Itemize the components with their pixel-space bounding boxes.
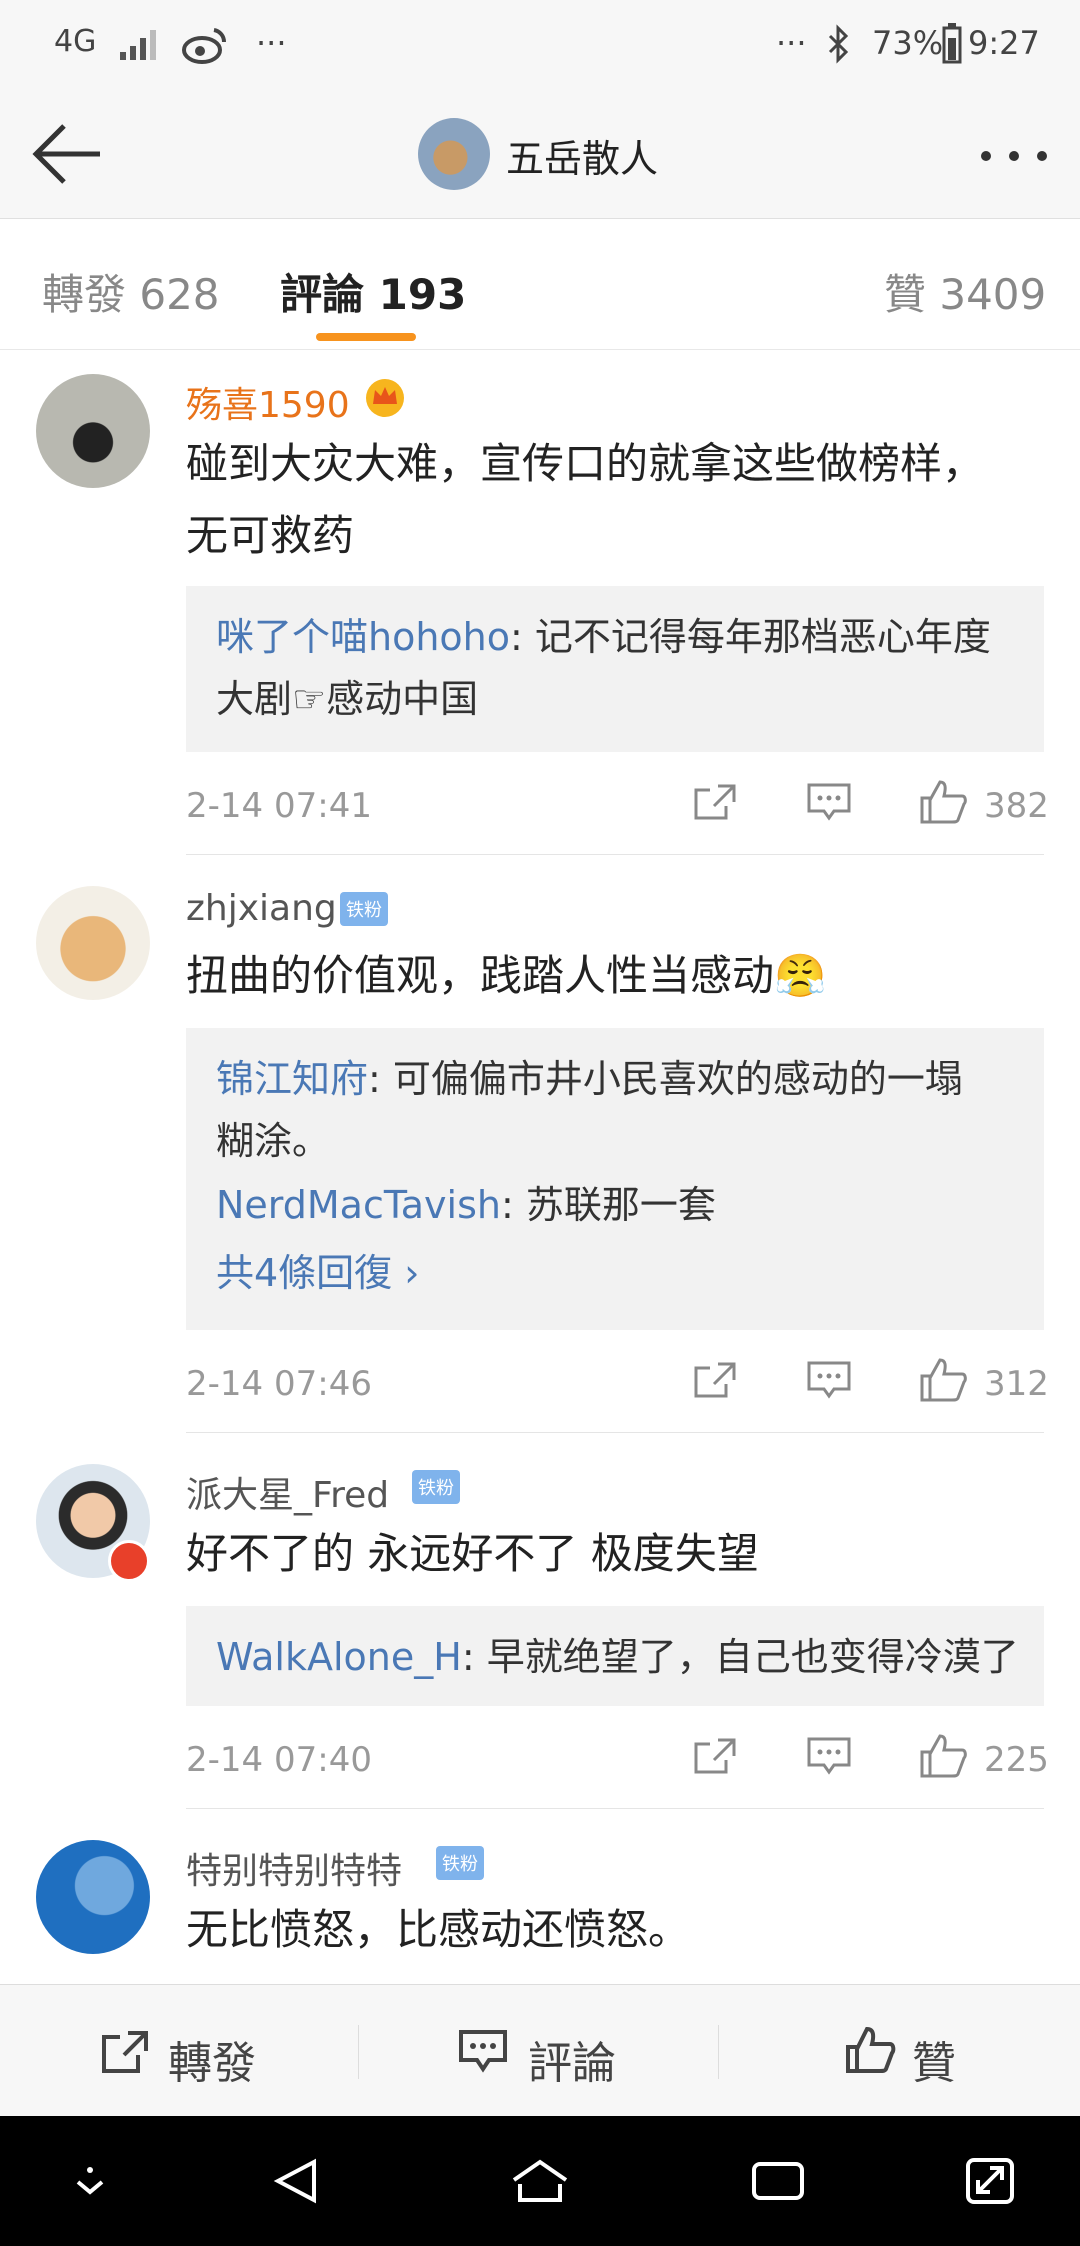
comment-icon[interactable] (458, 2029, 508, 2075)
back-triangle-icon[interactable] (270, 2158, 330, 2204)
reply-text: : 可偏偏市井小民喜欢的感动的一塌 (368, 1057, 963, 1101)
reply-text: : 苏联那一套 (500, 1183, 716, 1227)
home-icon[interactable] (510, 2158, 570, 2204)
divider (358, 2025, 359, 2079)
action-bar: 轉發 評論 贊 (0, 1984, 1080, 2117)
comment-username[interactable]: 派大星_Fred (186, 1466, 389, 1518)
comment-time: 2-14 07:40 (186, 1740, 372, 1780)
comment-button[interactable]: 評論 (528, 2027, 616, 2091)
page-title[interactable]: 五岳散人 (506, 128, 658, 183)
reply-text-cont: 大剧☞感动中国 (216, 677, 479, 721)
divider (718, 2025, 719, 2079)
reply-text: : 早就绝望了，自己也变得冷漠了 (461, 1635, 1019, 1679)
comment-icon[interactable] (806, 1360, 852, 1400)
status-more-right: ··· (776, 24, 807, 62)
share-icon[interactable] (692, 1360, 738, 1400)
comment-text: 碰到大灾大难，宣传口的就拿这些做榜样， (186, 439, 985, 488)
weibo-icon (182, 28, 227, 64)
repost-button[interactable]: 轉發 (168, 2027, 256, 2091)
fan-badge: 铁粉 (340, 892, 388, 926)
avatar[interactable] (36, 1840, 150, 1954)
comment-item: 派大星_Fred 铁粉 好不了的 永远好不了 极度失望 WalkAlone_H:… (0, 1434, 1080, 1810)
chevron-down-icon[interactable] (60, 2158, 120, 2204)
like-count: 382 (984, 786, 1049, 826)
fan-badge: 铁粉 (412, 1470, 460, 1504)
divider (186, 1432, 1044, 1433)
tab-bar: 轉發 628 評論 193 贊 3409 (0, 219, 1080, 350)
reply-box[interactable]: 咪了个喵hohoho: 记不记得每年那档恶心年度 大剧☞感动中国 (186, 586, 1044, 752)
reply-username[interactable]: WalkAlone_H (216, 1635, 462, 1679)
comment-text: 无比愤怒，比感动还愤怒。 (186, 1905, 691, 1954)
battery-percent: 73% (872, 24, 944, 62)
reply-text: : 记不记得每年那档恶心年度 (510, 615, 991, 659)
share-icon[interactable] (692, 782, 738, 822)
bluetooth-icon (828, 24, 849, 64)
reply-text-cont: 糊涂。 (216, 1119, 331, 1163)
reply-username[interactable]: 咪了个喵hohoho (216, 615, 510, 659)
reply-username[interactable]: 锦江知府 (216, 1057, 368, 1101)
comment-username[interactable]: 特别特别特特 (186, 1842, 402, 1894)
like-button[interactable]: 贊 (912, 2027, 956, 2091)
status-bar: 4G ··· ··· 73% 9:27 (0, 0, 1080, 90)
tab-reposts[interactable]: 轉發 628 (42, 261, 220, 322)
comment-username[interactable]: zhjxiang (186, 888, 337, 929)
active-tab-indicator (316, 333, 416, 341)
network-indicator: 4G (54, 24, 97, 59)
like-icon[interactable] (844, 2025, 896, 2075)
crown-icon (366, 379, 404, 417)
reply-box[interactable]: WalkAlone_H: 早就绝望了，自己也变得冷漠了 (186, 1606, 1044, 1706)
signal-icon (120, 30, 156, 60)
reply-username[interactable]: NerdMacTavish (216, 1183, 501, 1227)
system-nav-bar (0, 2116, 1080, 2246)
like-count: 312 (984, 1364, 1049, 1404)
tab-comments[interactable]: 評論 193 (280, 261, 466, 322)
like-count: 225 (984, 1740, 1049, 1780)
comment-time: 2-14 07:46 (186, 1364, 372, 1404)
tab-likes[interactable]: 贊 3409 (884, 261, 1046, 322)
clock: 9:27 (968, 24, 1040, 62)
status-more: ··· (256, 24, 287, 62)
comment-icon[interactable] (806, 1736, 852, 1776)
fan-badge: 铁粉 (436, 1846, 484, 1880)
more-replies-link[interactable]: 共4條回復 › (216, 1242, 1026, 1304)
avatar[interactable] (36, 886, 150, 1000)
expand-icon[interactable] (960, 2158, 1020, 2204)
avatar[interactable] (36, 374, 150, 488)
header: 五岳散人 (0, 90, 1080, 219)
comment-text-cont: 无可救药 (186, 511, 355, 560)
divider (186, 1808, 1044, 1809)
verified-badge-icon (108, 1540, 150, 1582)
comment-text: 扭曲的价值观，践踏人性当感动😤 (186, 951, 827, 1000)
comment-username[interactable]: 殇喜1590 (186, 376, 350, 428)
battery-icon (942, 23, 962, 64)
arrow-left-icon[interactable] (28, 122, 104, 186)
share-icon[interactable] (100, 2029, 150, 2075)
reply-box[interactable]: 锦江知府: 可偏偏市井小民喜欢的感动的一塌 糊涂。 NerdMacTavish:… (186, 1028, 1044, 1330)
share-icon[interactable] (692, 1736, 738, 1776)
more-dots-icon[interactable] (978, 148, 1050, 164)
like-icon[interactable] (918, 1356, 968, 1402)
author-avatar[interactable] (418, 118, 490, 190)
comment-text: 好不了的 永远好不了 极度失望 (186, 1529, 759, 1578)
comment-icon[interactable] (806, 782, 852, 822)
like-icon[interactable] (918, 1732, 968, 1778)
comment-item: 特别特别特特 铁粉 无比愤怒，比感动还愤怒。 (0, 1810, 1080, 1984)
divider (186, 854, 1044, 855)
comment-item: 殇喜1590 碰到大灾大难，宣传口的就拿这些做榜样， 无可救药 咪了个喵hoho… (0, 350, 1080, 856)
like-icon[interactable] (918, 778, 968, 824)
comment-time: 2-14 07:41 (186, 786, 372, 826)
recents-icon[interactable] (748, 2158, 808, 2204)
comment-item: zhjxiang 铁粉 扭曲的价值观，践踏人性当感动😤 锦江知府: 可偏偏市井小… (0, 856, 1080, 1434)
